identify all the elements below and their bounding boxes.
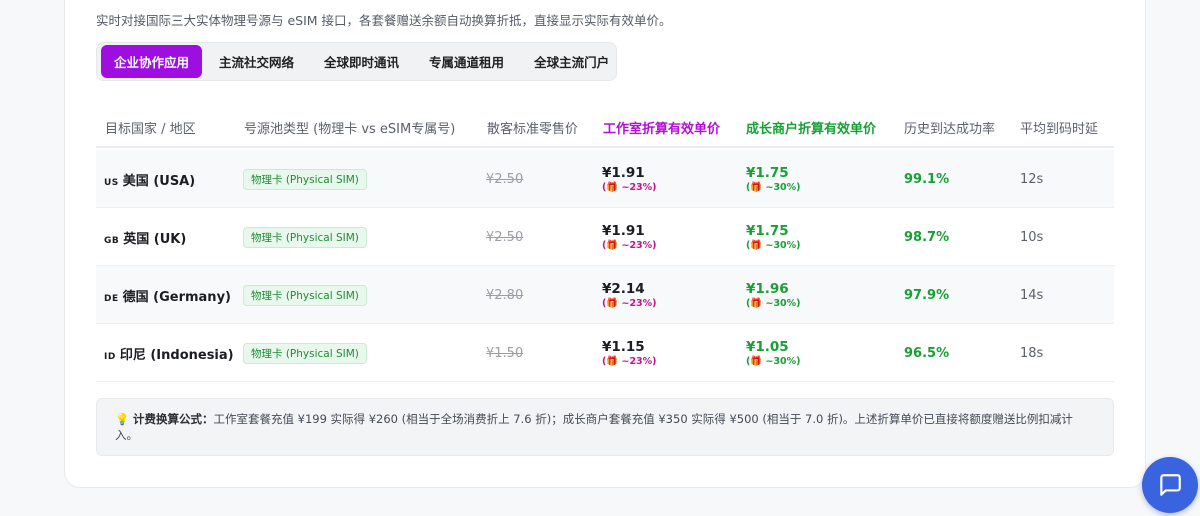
header-pool: 号源池类型 (物理卡 vs eSIM专属号) xyxy=(244,122,456,137)
formula-text: 工作室套餐充值 ¥199 实际得 ¥260 (相当于全场消费折上 7.6 折)；… xyxy=(115,412,1073,442)
studio-price: ¥1.15 xyxy=(602,339,645,355)
studio-discount: (🎁 ~23%) xyxy=(602,298,657,309)
success-rate: 97.9% xyxy=(904,287,950,303)
retail-price: ¥2.50 xyxy=(486,171,524,187)
merchant-discount: (🎁 ~30%) xyxy=(746,182,801,193)
header-country: 目标国家 / 地区 xyxy=(105,122,196,137)
table-row: DE 德国 (Germany) 物理卡 (Physical SIM) ¥2.80 … xyxy=(96,266,1114,324)
country-name: 英国 (UK) xyxy=(123,231,187,247)
table-row: ID 印尼 (Indonesia) 物理卡 (Physical SIM) ¥1.5… xyxy=(96,324,1114,382)
country-cell: GB 英国 (UK) xyxy=(104,228,186,247)
country-name: 德国 (Germany) xyxy=(122,289,231,305)
studio-price: ¥2.14 xyxy=(602,281,645,297)
studio-discount: (🎁 ~23%) xyxy=(602,240,657,251)
category-tabs: 企业协作应用 主流社交网络 全球即时通讯 专属通道租用 全球主流门户 xyxy=(96,42,617,81)
success-rate: 96.5% xyxy=(904,345,950,361)
tab-portals[interactable]: 全球主流门户 xyxy=(521,45,622,78)
latency: 18s xyxy=(1020,345,1044,361)
tab-dedicated-channel[interactable]: 专属通道租用 xyxy=(416,45,517,78)
tab-social-networks[interactable]: 主流社交网络 xyxy=(206,45,307,78)
merchant-price: ¥1.75 xyxy=(746,223,789,239)
country-code: US xyxy=(104,177,119,188)
retail-price: ¥2.50 xyxy=(486,229,524,245)
chat-icon xyxy=(1160,474,1181,496)
lightbulb-icon: 💡 xyxy=(115,412,130,426)
latency: 14s xyxy=(1020,287,1044,303)
header-merchant-price: 成长商户折算有效单价 xyxy=(746,122,877,137)
retail-price: ¥2.80 xyxy=(486,287,524,303)
tab-instant-messaging[interactable]: 全球即时通讯 xyxy=(311,45,412,78)
tab-enterprise-apps[interactable]: 企业协作应用 xyxy=(101,45,203,78)
country-name: 印尼 (Indonesia) xyxy=(119,347,234,363)
country-code: DE xyxy=(104,293,119,304)
merchant-discount: (🎁 ~30%) xyxy=(746,240,801,251)
studio-discount: (🎁 ~23%) xyxy=(602,182,657,193)
merchant-price: ¥1.96 xyxy=(746,281,789,297)
merchant-price: ¥1.75 xyxy=(746,165,789,181)
country-cell: DE 德国 (Germany) xyxy=(104,286,231,305)
header-latency: 平均到码时延 xyxy=(1020,122,1099,137)
header-studio-price: 工作室折算有效单价 xyxy=(603,122,721,137)
header-success-rate: 历史到达成功率 xyxy=(904,122,996,137)
country-cell: ID 印尼 (Indonesia) xyxy=(104,344,234,363)
merchant-discount: (🎁 ~30%) xyxy=(746,298,801,309)
section-description: 实时对接国际三大实体物理号源与 eSIM 接口，各套餐赠送余额自动换算折抵，直接… xyxy=(96,13,672,28)
country-cell: US 美国 (USA) xyxy=(104,170,195,189)
country-code: ID xyxy=(104,351,116,362)
merchant-discount: (🎁 ~30%) xyxy=(746,356,801,367)
pool-badge: 物理卡 (Physical SIM) xyxy=(243,284,367,306)
success-rate: 98.7% xyxy=(904,229,950,245)
merchant-price: ¥1.05 xyxy=(746,339,789,355)
chat-button[interactable] xyxy=(1142,457,1198,513)
studio-price: ¥1.91 xyxy=(602,223,645,239)
table-row: US 美国 (USA) 物理卡 (Physical SIM) ¥2.50 ¥1.9… xyxy=(96,150,1114,208)
success-rate: 99.1% xyxy=(904,171,950,187)
pool-badge: 物理卡 (Physical SIM) xyxy=(243,342,367,364)
studio-price: ¥1.91 xyxy=(602,165,645,181)
country-code: GB xyxy=(104,235,120,246)
formula-label: 计费换算公式： xyxy=(132,412,214,426)
studio-discount: (🎁 ~23%) xyxy=(602,356,657,367)
header-retail: 散客标准零售价 xyxy=(487,122,579,137)
pool-badge: 物理卡 (Physical SIM) xyxy=(243,226,367,248)
pool-badge: 物理卡 (Physical SIM) xyxy=(243,168,367,190)
latency: 12s xyxy=(1020,171,1044,187)
table-row: GB 英国 (UK) 物理卡 (Physical SIM) ¥2.50 ¥1.91… xyxy=(96,208,1114,266)
latency: 10s xyxy=(1020,229,1044,245)
pricing-formula-note: 💡 计费换算公式：工作室套餐充值 ¥199 实际得 ¥260 (相当于全场消费折… xyxy=(96,398,1114,456)
table-header: 目标国家 / 地区 号源池类型 (物理卡 vs eSIM专属号) 散客标准零售价… xyxy=(96,106,1114,148)
retail-price: ¥1.50 xyxy=(486,345,524,361)
country-name: 美国 (USA) xyxy=(122,173,196,189)
